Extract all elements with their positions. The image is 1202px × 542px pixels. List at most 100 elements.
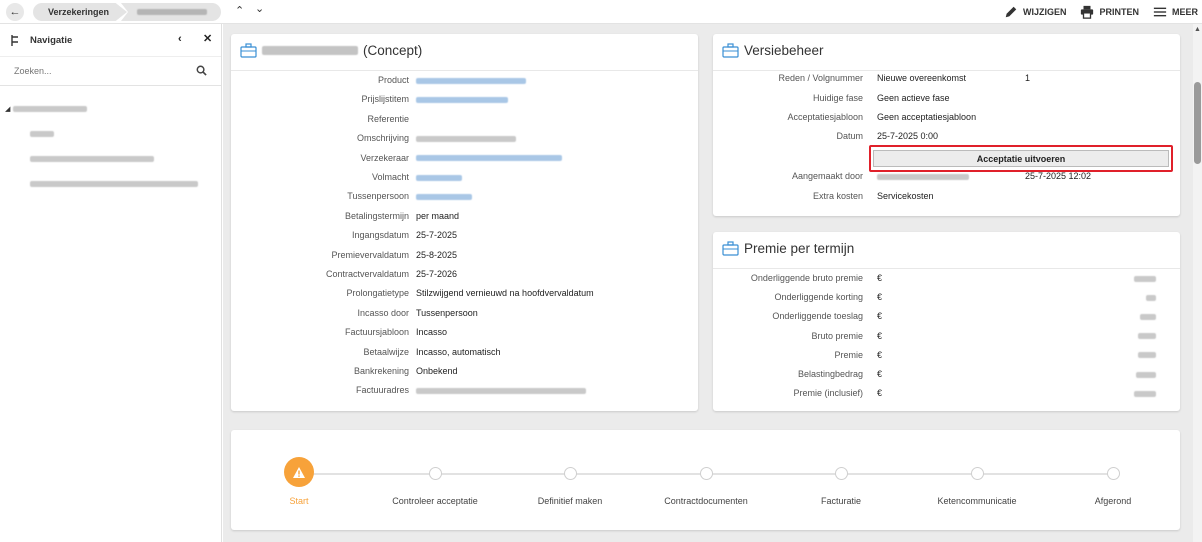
redacted-value — [416, 93, 508, 105]
chevron-up-icon[interactable]: ⌃ — [235, 4, 244, 17]
polis-row-label: Omschrijving — [356, 133, 409, 144]
redacted-value — [416, 190, 472, 202]
tree-item[interactable] — [0, 121, 221, 146]
tree-item-root[interactable]: ◢ — [0, 96, 221, 121]
meer-label: MEER — [1171, 7, 1198, 17]
arrow-left-icon: ← — [9, 6, 21, 18]
tree-structure-icon — [11, 34, 18, 46]
step-label[interactable]: Definitief maken — [538, 496, 603, 506]
redacted-text — [416, 97, 508, 104]
polis-row-label: Factuuradres — [355, 385, 409, 396]
step-label[interactable]: Afgerond — [1095, 496, 1132, 506]
warning-icon — [293, 466, 305, 478]
redacted-text — [877, 173, 969, 180]
wijzigen-button[interactable]: WIJZIGEN — [1004, 5, 1066, 19]
polis-row-label: Prijslijstitem — [361, 94, 409, 105]
printen-button[interactable]: PRINTEN — [1080, 5, 1139, 19]
currency-symbol: € — [877, 292, 883, 303]
step-label[interactable]: Ketencommunicatie — [937, 496, 1016, 506]
collapse-sidebar-icon[interactable]: ‹ — [178, 33, 182, 45]
premie-card: Premie per termijn Onderliggende bruto p… — [713, 232, 1180, 411]
redacted-value — [1136, 368, 1156, 380]
versiebeheer-card-title: Versiebeheer — [722, 43, 824, 58]
polis-row-label: Ingangsdatum — [351, 230, 409, 241]
step-dot[interactable] — [563, 467, 577, 480]
polis-row: Referentie — [231, 113, 698, 125]
polis-row: Verzekeraar — [231, 152, 698, 164]
polis-row-label: Referentie — [367, 113, 409, 124]
polis-row-label: Betaalwijze — [363, 346, 409, 357]
polis-row-value: Tussenpersoon — [416, 307, 478, 318]
polis-row-label: Premievervaldatum — [331, 249, 409, 260]
polis-row: Factuuradres — [231, 384, 698, 396]
premie-row-label: Onderliggende toeslag — [772, 311, 863, 322]
step-start-active[interactable] — [284, 457, 314, 487]
redacted-text — [1138, 352, 1156, 359]
meer-button[interactable]: MEER — [1153, 5, 1198, 19]
redacted-text — [416, 194, 472, 201]
step-label[interactable]: Controleer acceptatie — [392, 496, 478, 506]
polis-row-label: Product — [377, 75, 409, 85]
redacted-text — [416, 155, 562, 162]
premie-row-label: Premie (inclusief) — [793, 388, 863, 399]
premie-row: Onderliggende toeslag € — [713, 310, 1180, 322]
redacted-value — [1138, 330, 1156, 342]
redacted-value — [416, 384, 586, 396]
polis-row-label: Contractvervaldatum — [325, 269, 409, 279]
step-dot[interactable] — [834, 467, 848, 480]
step-dot[interactable] — [699, 467, 713, 480]
redacted-text — [30, 180, 198, 187]
breadcrumb-current[interactable] — [121, 3, 221, 21]
currency-symbol: € — [877, 349, 883, 360]
scrollbar-thumb[interactable] — [1194, 82, 1201, 164]
search-input[interactable] — [14, 66, 184, 76]
breadcrumb-verzekeringen[interactable]: Verzekeringen — [33, 3, 127, 21]
polis-row: Omschrijving — [231, 132, 698, 144]
tree-item[interactable] — [0, 146, 221, 171]
chevron-down-icon[interactable]: ⌄ — [255, 2, 264, 15]
polis-row-label: Incasso door — [357, 307, 409, 318]
pencil-icon — [1005, 6, 1017, 18]
step-label[interactable]: Facturatie — [821, 496, 861, 506]
polis-row-value: Incasso, automatisch — [416, 346, 501, 357]
premie-row: Bruto premie € — [713, 330, 1180, 342]
acceptatie-uitvoeren-button[interactable]: Acceptatie uitvoeren — [873, 150, 1169, 167]
step-label[interactable]: Contractdocumenten — [664, 496, 748, 506]
polis-row: Volmacht — [231, 171, 698, 183]
polis-row: Prolongatietype Stilzwijgend vernieuwd na… — [231, 287, 698, 299]
step-label[interactable]: Start — [289, 496, 308, 506]
currency-symbol: € — [877, 330, 883, 341]
aangemaakt-datum: 25-7-2025 12:02 — [1025, 171, 1092, 181]
polis-row: Product — [231, 74, 698, 86]
search-icon[interactable] — [196, 65, 207, 76]
navigation-sidebar: Navigatie ‹ ✕ ◢ — [0, 24, 222, 542]
caret-down-icon[interactable]: ◢ — [5, 105, 10, 113]
step-dot[interactable] — [1106, 467, 1120, 480]
step-dot[interactable] — [428, 467, 442, 480]
polis-row-label: Betalingstermijn — [344, 210, 409, 221]
close-icon[interactable]: ✕ — [203, 32, 212, 45]
polis-row: Factuursjabloon Incasso — [231, 326, 698, 338]
redacted-value — [416, 132, 516, 144]
redacted-text — [416, 135, 516, 142]
polis-row-value: 25-8-2025 — [416, 249, 458, 260]
polis-row: Tussenpersoon — [231, 190, 698, 202]
polis-row: Betalingstermijn per maand — [231, 210, 698, 222]
tree-item[interactable] — [0, 171, 221, 196]
step-dot[interactable] — [970, 467, 984, 480]
briefcase-icon — [240, 43, 257, 58]
redacted-value — [1138, 349, 1156, 361]
scrollbar[interactable]: ▲ — [1193, 24, 1202, 542]
redacted-value — [416, 171, 462, 183]
sidebar-search — [0, 56, 221, 86]
redacted-text — [416, 388, 586, 395]
back-button[interactable]: ← — [6, 3, 24, 21]
polis-title-suffix: (Concept) — [363, 43, 423, 58]
polis-row-label: Verzekeraar — [360, 152, 409, 163]
redacted-value — [416, 152, 562, 164]
premie-row-label: Onderliggende korting — [774, 292, 863, 303]
premie-row: Premie (inclusief) € — [713, 387, 1180, 399]
redacted-text — [1134, 275, 1156, 282]
scroll-up-icon[interactable]: ▲ — [1194, 26, 1201, 33]
polis-row: Premievervaldatum 25-8-2025 — [231, 249, 698, 261]
